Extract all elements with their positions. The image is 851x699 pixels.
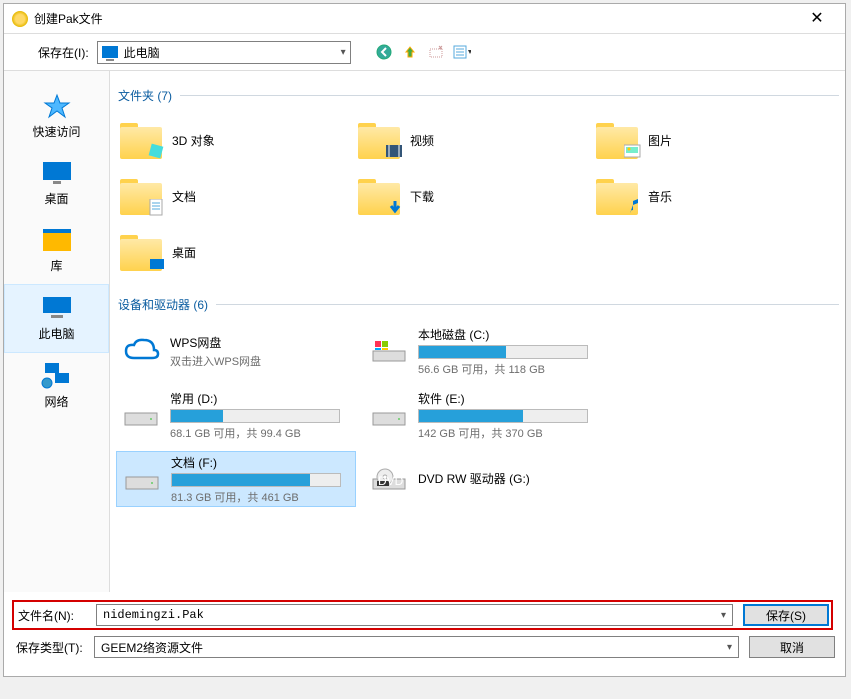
sidebar-item-label: 桌面 [44,190,68,207]
pc-icon [102,46,118,58]
drive-name: 文档 (F:) [171,454,351,471]
drive-usage-text: 142 GB 可用，共 370 GB [418,425,600,441]
sidebar-desktop[interactable]: 桌面 [4,150,109,217]
location-text: 此电脑 [124,44,160,61]
sidebar-item-label: 网络 [44,393,68,410]
drive-d[interactable]: 常用 (D:) 68.1 GB 可用，共 99.4 GB [116,387,356,443]
folder-music[interactable]: 音乐 [592,170,822,222]
drive-f[interactable]: 文档 (F:) 81.3 GB 可用，共 461 GB [116,451,356,507]
usage-bar [170,409,340,423]
main-area: 快速访问 桌面 库 此电脑 网络 文件夹 (7) [4,70,845,592]
filename-highlight: 文件名(N): ▾ 保存(S) [12,600,833,630]
folders-grid: 3D 对象 视频 图片 文档 下载 [116,114,839,278]
windrive-icon [368,332,410,370]
window-title: 创建Pak文件 [34,10,797,27]
usage-bar [171,473,341,487]
sidebar-item-label: 快速访问 [32,123,80,140]
folder-label: 桌面 [172,244,196,261]
dvd-icon: DVD [368,460,410,498]
drive-usage-text: 56.6 GB 可用，共 118 GB [418,361,600,377]
sidebar: 快速访问 桌面 库 此电脑 网络 [4,71,110,592]
folder-3dobjects[interactable]: 3D 对象 [116,114,346,166]
folder-icon [596,121,638,159]
chevron-down-icon: ▾ [341,47,346,58]
titlebar: 创建Pak文件 ✕ [4,4,845,34]
cancel-button[interactable]: 取消 [749,636,835,658]
drives-group-header[interactable]: 设备和驱动器 (6) [118,296,839,313]
drive-e[interactable]: 软件 (E:) 142 GB 可用，共 370 GB [364,387,604,443]
sidebar-network[interactable]: 网络 [4,353,109,420]
hdd-icon [121,460,163,498]
cloud-icon [120,332,162,370]
app-icon [12,11,28,27]
sidebar-thispc[interactable]: 此电脑 [4,284,109,353]
desktop-icon [39,158,75,186]
location-dropdown[interactable]: 此电脑 ▾ [97,41,351,64]
thispc-icon [39,293,75,321]
folder-icon [358,177,400,215]
folder-icon [358,121,400,159]
folder-pictures[interactable]: 图片 [592,114,822,166]
filename-field[interactable]: ▾ [96,604,733,626]
drive-name: 常用 (D:) [170,390,352,407]
sidebar-item-label: 库 [50,257,62,274]
nav-icons [375,43,471,61]
folder-icon [596,177,638,215]
up-icon[interactable] [401,43,419,61]
usage-bar [418,345,588,359]
drive-name: 本地磁盘 (C:) [418,326,600,343]
folder-videos[interactable]: 视频 [354,114,584,166]
drive-name: 软件 (E:) [418,390,600,407]
filename-label: 文件名(N): [16,607,86,624]
chevron-down-icon[interactable]: ▾ [721,610,726,621]
libraries-icon [39,225,75,253]
filetype-label: 保存类型(T): [14,639,84,656]
save-dialog: 创建Pak文件 ✕ 保存在(I): 此电脑 ▾ 快速访问 桌面 [3,3,846,677]
usage-bar [418,409,588,423]
folder-icon [120,121,162,159]
folder-label: 文档 [172,188,196,205]
drive-c[interactable]: 本地磁盘 (C:) 56.6 GB 可用，共 118 GB [364,323,604,379]
close-button[interactable]: ✕ [797,5,837,33]
view-menu-icon[interactable] [453,43,471,61]
folder-documents[interactable]: 文档 [116,170,346,222]
content-pane: 文件夹 (7) 3D 对象 视频 图片 文档 [110,71,845,592]
folder-label: 图片 [648,132,672,149]
folder-label: 3D 对象 [172,132,215,149]
folder-downloads[interactable]: 下载 [354,170,584,222]
hdd-icon [368,396,410,434]
drive-usage-text: 81.3 GB 可用，共 461 GB [171,489,351,505]
drive-sub: 双击进入WPS网盘 [170,353,352,369]
drive-wps[interactable]: WPS网盘 双击进入WPS网盘 [116,323,356,379]
toolbar: 保存在(I): 此电脑 ▾ [4,34,845,70]
folder-label: 下载 [410,188,434,205]
svg-text:DVD: DVD [378,474,404,488]
drive-g[interactable]: DVD DVD RW 驱动器 (G:) [364,451,604,507]
save-in-label: 保存在(I): [38,44,89,61]
sidebar-quickaccess[interactable]: 快速访问 [4,83,109,150]
save-button[interactable]: 保存(S) [743,604,829,626]
network-icon [39,361,75,389]
back-icon[interactable] [375,43,393,61]
folder-label: 视频 [410,132,434,149]
chevron-down-icon: ▾ [727,642,732,653]
filename-input[interactable] [103,608,721,622]
drive-name: DVD RW 驱动器 (G:) [418,470,600,487]
footer: 文件名(N): ▾ 保存(S) 保存类型(T): GEEM2络资源文件 ▾ 取消 [4,592,845,676]
hdd-icon [120,396,162,434]
folder-icon [120,177,162,215]
folders-group-header[interactable]: 文件夹 (7) [118,87,839,104]
drive-usage-text: 68.1 GB 可用，共 99.4 GB [170,425,352,441]
sidebar-item-label: 此电脑 [38,325,74,342]
drives-grid: WPS网盘 双击进入WPS网盘 本地磁盘 (C:) 56.6 GB 可用，共 1… [116,323,839,507]
folder-desktop[interactable]: 桌面 [116,226,346,278]
new-folder-icon[interactable] [427,43,445,61]
folder-label: 音乐 [648,188,672,205]
folder-icon [120,233,162,271]
filetype-value: GEEM2络资源文件 [101,639,203,656]
filetype-dropdown[interactable]: GEEM2络资源文件 ▾ [94,636,739,658]
sidebar-libraries[interactable]: 库 [4,217,109,284]
quickaccess-icon [39,91,75,119]
drive-name: WPS网盘 [170,334,352,351]
